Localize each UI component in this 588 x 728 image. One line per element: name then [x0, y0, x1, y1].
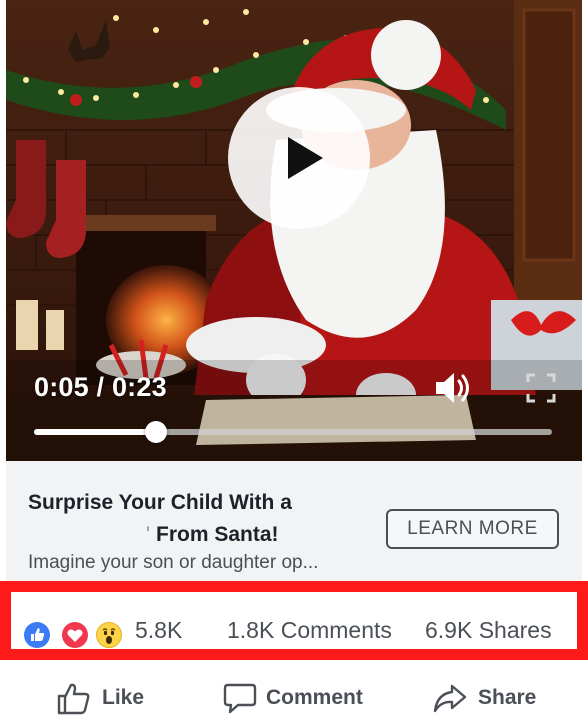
link-headline-tick: ': [146, 523, 151, 546]
volume-icon[interactable]: [434, 370, 474, 406]
link-headline-line2: From Santa!: [156, 523, 279, 546]
comment-button[interactable]: Comment: [222, 680, 372, 720]
facebook-video-post: 0:05 / 0:23 Surprise Your Child With a '…: [0, 0, 588, 728]
video-time-display: 0:05 / 0:23: [34, 372, 167, 402]
love-reaction-icon[interactable]: [62, 622, 88, 648]
play-button[interactable]: [228, 87, 370, 229]
comment-button-label: Comment: [266, 686, 363, 709]
link-preview[interactable]: Surprise Your Child With a ' From Santa! …: [6, 461, 582, 581]
wow-reaction-icon[interactable]: [96, 622, 122, 648]
share-button[interactable]: Share: [432, 680, 542, 720]
video-player[interactable]: 0:05 / 0:23: [6, 0, 582, 461]
reaction-count[interactable]: 5.8K: [135, 617, 182, 644]
video-progress-handle[interactable]: [144, 421, 167, 443]
like-button[interactable]: Like: [56, 680, 156, 720]
link-description: Imagine your son or daughter op...: [28, 552, 319, 573]
video-progress-fill: [34, 429, 156, 435]
thumbs-up-icon: [57, 683, 90, 715]
comments-count[interactable]: 1.8K Comments: [227, 617, 392, 644]
share-icon: [433, 684, 467, 713]
link-headline-line1: Surprise Your Child With a: [28, 491, 292, 514]
video-progress-bar[interactable]: [34, 421, 552, 443]
fullscreen-icon[interactable]: [526, 373, 556, 403]
link-headline[interactable]: Surprise Your Child With a ' From Santa!: [28, 487, 368, 551]
play-icon: [288, 137, 323, 179]
like-button-label: Like: [102, 686, 145, 709]
like-reaction-icon[interactable]: [24, 622, 50, 648]
learn-more-button[interactable]: LEARN MORE: [386, 509, 559, 549]
share-button-label: Share: [478, 686, 537, 709]
comment-icon: [223, 683, 257, 714]
shares-count[interactable]: 6.9K Shares: [425, 617, 552, 644]
